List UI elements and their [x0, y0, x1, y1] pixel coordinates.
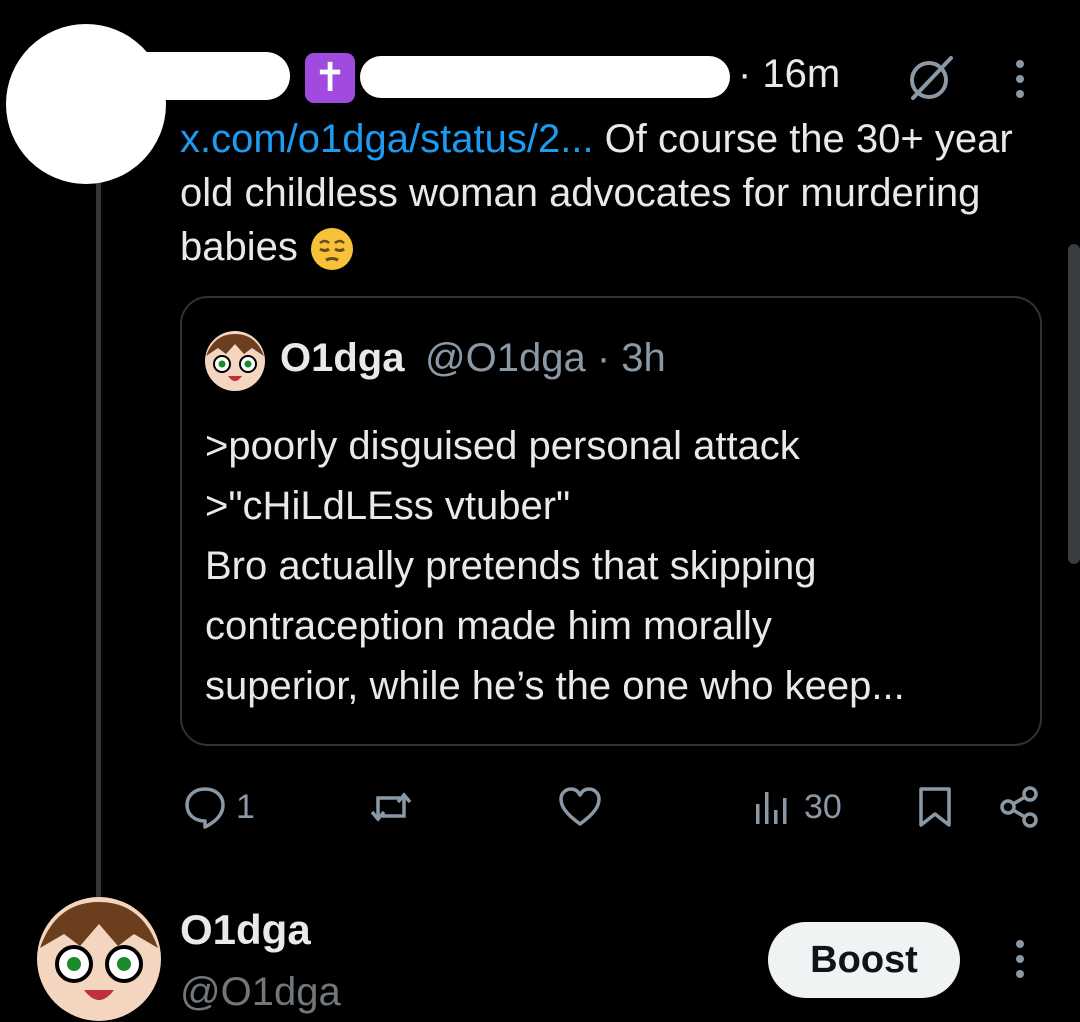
- scrollbar[interactable]: [1068, 244, 1080, 564]
- post-time: · 16m: [738, 52, 841, 96]
- next-author-name[interactable]: O1dga: [180, 906, 311, 954]
- boost-button[interactable]: Boost: [768, 922, 960, 998]
- reply-count: 1: [236, 787, 255, 826]
- next-author-handle: @O1dga: [180, 970, 341, 1014]
- more-options-icon[interactable]: [1006, 58, 1034, 100]
- quoted-text-line: >"cHiLdLEss vtuber": [205, 484, 571, 528]
- repost-button[interactable]: [368, 782, 414, 832]
- share-button[interactable]: [996, 782, 1042, 832]
- grok-icon[interactable]: [905, 52, 957, 104]
- quoted-post-text: >poorly disguised personal attack >"cHiL…: [205, 416, 1025, 716]
- like-button[interactable]: [557, 782, 603, 832]
- quoted-author-name[interactable]: O1dga: [280, 336, 404, 381]
- bookmark-icon: [919, 787, 951, 827]
- next-author-avatar[interactable]: [36, 896, 162, 1022]
- views-button[interactable]: 30: [750, 782, 842, 832]
- post-text: x.com/o1dga/status/2... Of course the 30…: [180, 112, 1040, 274]
- quoted-author-avatar[interactable]: [204, 330, 266, 392]
- author-avatar-redacted[interactable]: [6, 24, 166, 184]
- quoted-text-line: >poorly disguised personal attack: [205, 424, 800, 468]
- quoted-post-link[interactable]: x.com/o1dga/status/2...: [180, 117, 594, 161]
- more-options-icon[interactable]: [1006, 938, 1034, 980]
- quoted-text-line: contraception made him morally: [205, 604, 772, 648]
- author-name-redacted: [90, 52, 290, 100]
- quoted-author-handle: @O1dga · 3h: [425, 336, 666, 380]
- views-chart-icon: [756, 792, 787, 824]
- author-handle-redacted: [360, 56, 730, 98]
- quoted-text-line: superior, while he’s the one who keep...: [205, 664, 905, 708]
- relieved-face-emoji-icon: [311, 228, 353, 271]
- reply-icon: [185, 787, 225, 829]
- repost-icon: [370, 792, 412, 822]
- share-icon: [1000, 786, 1038, 828]
- reply-button[interactable]: 1: [182, 782, 255, 832]
- heart-icon: [559, 787, 601, 826]
- cross-emoji-icon: ✝: [305, 53, 355, 103]
- quoted-text-line: Bro actually pretends that skipping: [205, 544, 817, 588]
- bookmark-button[interactable]: [912, 782, 958, 832]
- thread-line: [96, 180, 101, 900]
- views-count: 30: [804, 787, 842, 826]
